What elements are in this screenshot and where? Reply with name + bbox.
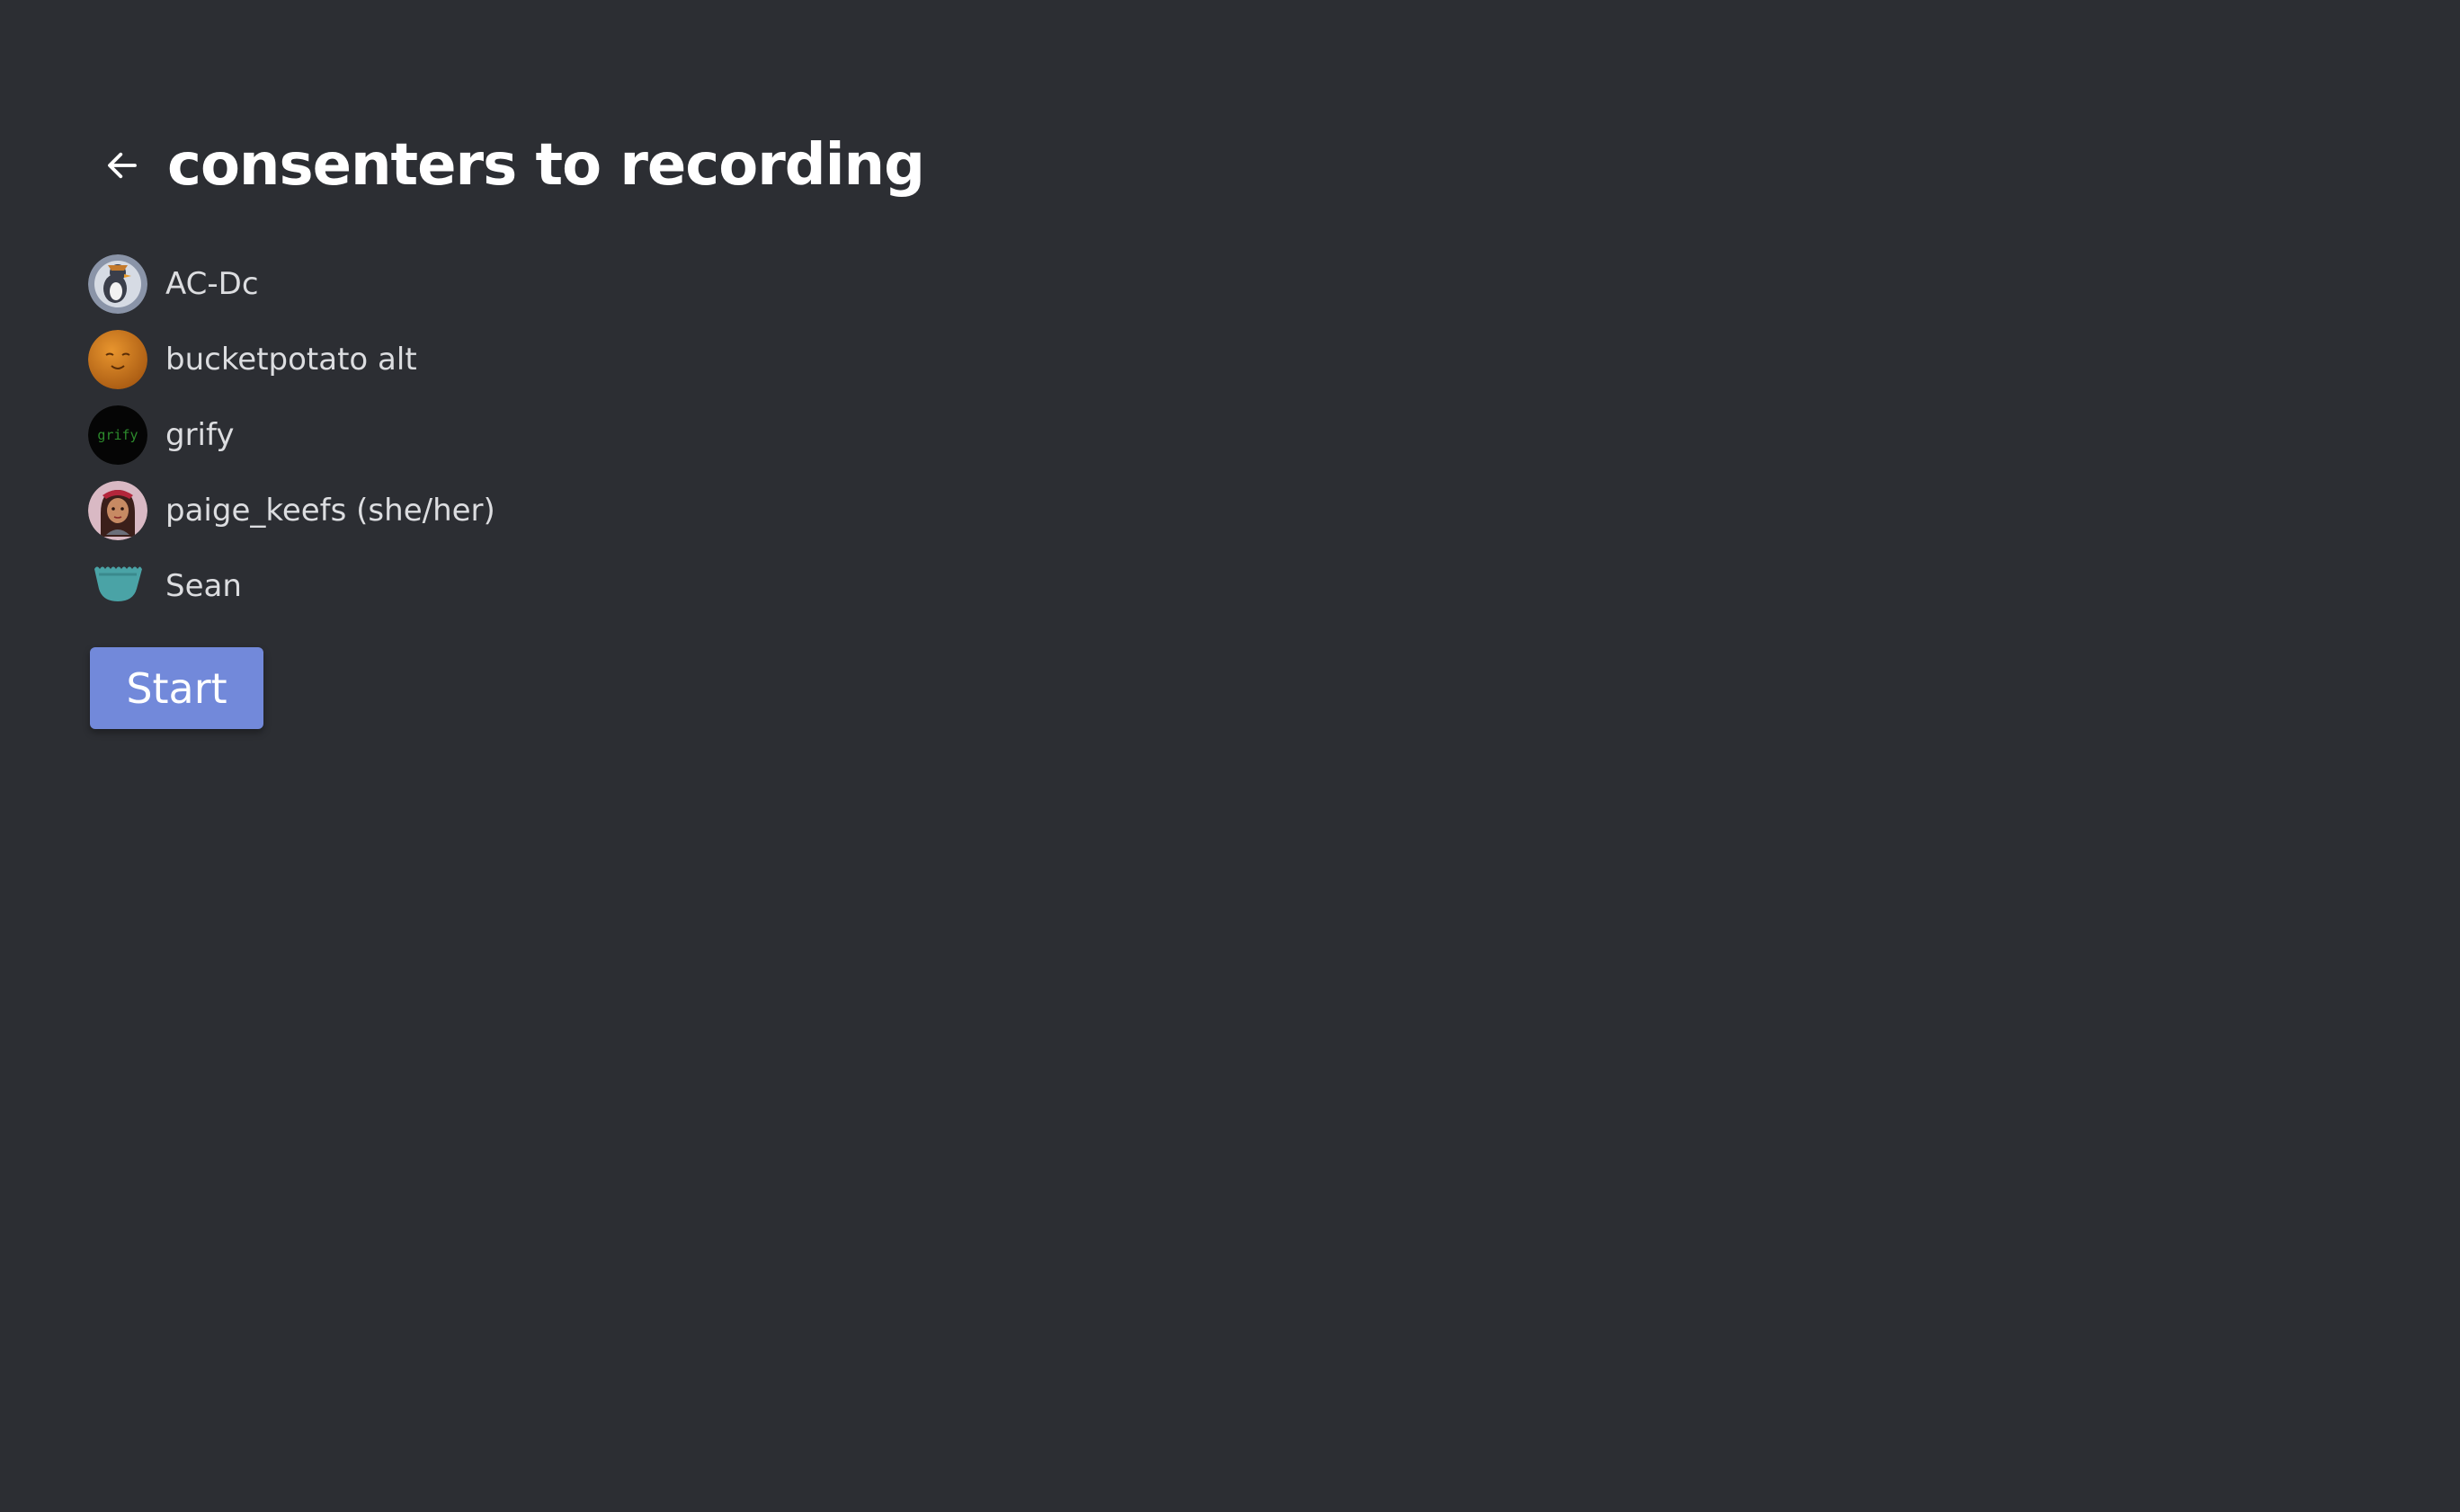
page-header: consenters to recording <box>99 124 925 207</box>
list-item: paige_keefs (she/her) <box>88 473 495 548</box>
list-item: grify grify <box>88 397 495 473</box>
orange-smiley-avatar <box>88 330 147 389</box>
user-name: grify <box>165 417 235 453</box>
consenter-list: AC-Dc bucketpotato alt grify grify paige… <box>88 246 495 624</box>
list-item: bucketpotato alt <box>88 322 495 397</box>
illustrated-woman-avatar <box>88 481 147 540</box>
user-name: Sean <box>165 568 242 604</box>
page-title: consenters to recording <box>167 132 925 199</box>
user-name: bucketpotato alt <box>165 342 417 378</box>
user-name: AC-Dc <box>165 266 259 302</box>
start-button[interactable]: Start <box>90 647 263 729</box>
teal-cup-avatar <box>88 556 147 616</box>
grify-text-avatar: grify <box>88 405 147 465</box>
svg-text:grify: grify <box>97 427 138 443</box>
arrow-left-icon <box>108 152 137 179</box>
user-name: paige_keefs (she/her) <box>165 493 495 529</box>
penguin-avatar <box>88 254 147 314</box>
list-item: AC-Dc <box>88 246 495 322</box>
back-button[interactable] <box>99 142 146 189</box>
list-item: Sean <box>88 548 495 624</box>
